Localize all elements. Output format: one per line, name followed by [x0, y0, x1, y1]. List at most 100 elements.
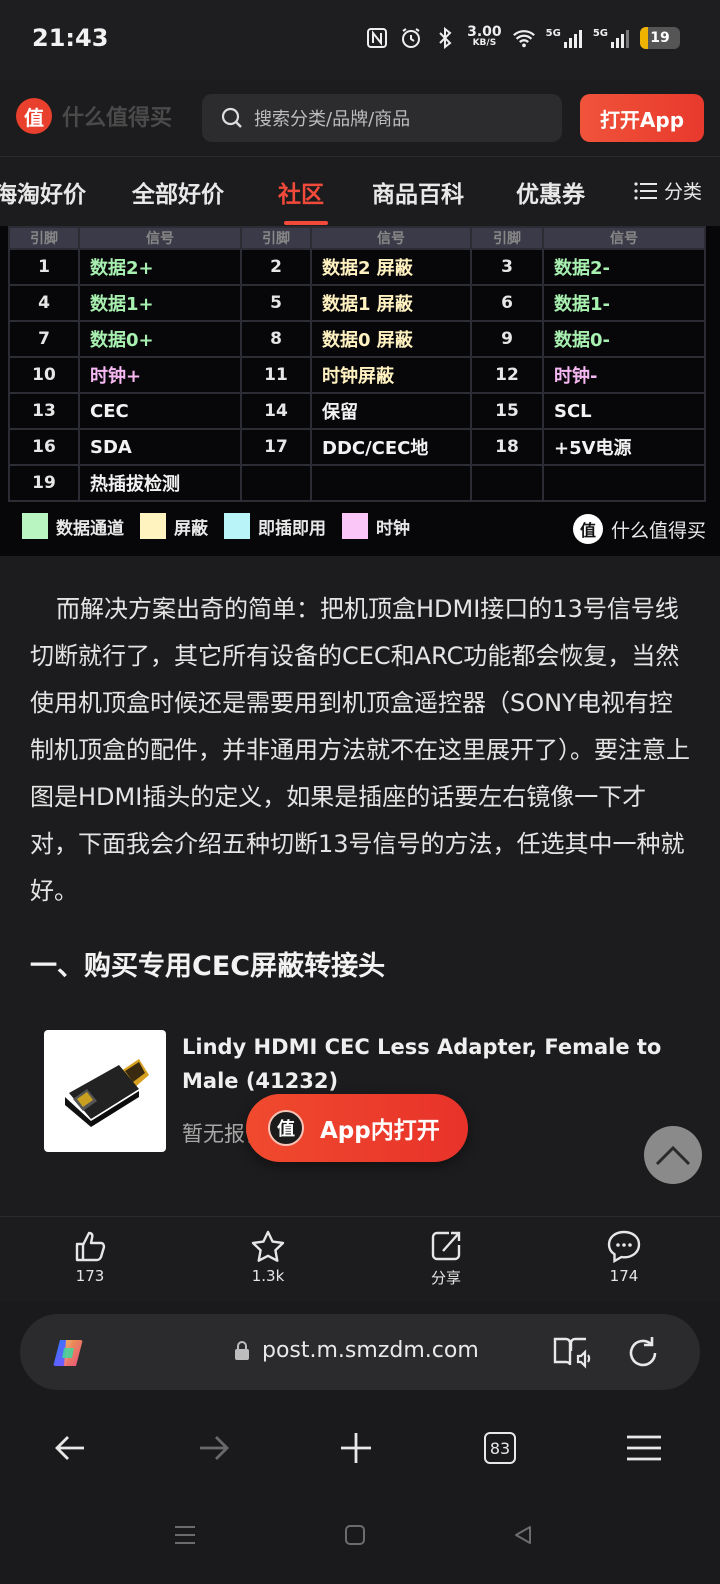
legend-swatch-clock	[342, 513, 368, 539]
copilot-icon[interactable]	[50, 1334, 88, 1372]
pin-number: 3	[470, 248, 544, 286]
status-icons: 3.00 KB/S 5G 5G 19	[365, 24, 680, 50]
pin-number: 1	[8, 248, 80, 286]
favorite-count: 1.3k	[251, 1267, 285, 1285]
logo-mark: 值	[16, 98, 52, 134]
pin-number: 17	[240, 428, 312, 466]
site-logo[interactable]: 值 什么值得买	[16, 98, 172, 134]
tab-all-deals[interactable]: 全部好价	[132, 175, 224, 209]
plus-icon	[341, 1433, 371, 1463]
open-in-app-floating-button[interactable]: 值 App内打开	[246, 1094, 468, 1162]
category-label: 分类	[664, 181, 703, 203]
nfc-icon	[365, 26, 389, 50]
system-back-button[interactable]	[508, 1520, 538, 1550]
bluetooth-icon	[433, 26, 457, 50]
legend-swatch-data	[22, 513, 48, 539]
pin-signal: 数据1-	[542, 284, 706, 322]
product-image[interactable]	[44, 1030, 166, 1152]
star-icon	[251, 1230, 285, 1262]
pin-signal	[542, 464, 706, 502]
col-header: 信号	[542, 226, 706, 250]
article-action-bar: 173 1.3k 分享 174	[0, 1216, 720, 1302]
tab-product-wiki[interactable]: 商品百科	[372, 175, 464, 209]
browser-nav-row: 83	[0, 1412, 720, 1482]
pinout-row: 10 时钟+ 11 时钟屏蔽 12 时钟-	[8, 356, 706, 394]
pin-number: 18	[470, 428, 544, 466]
favorite-button[interactable]: 1.3k	[228, 1229, 308, 1285]
paragraph-text: 而解决方案出奇的简单：把机顶盒HDMI接口的13号信号线切断就行了，其它所有设备…	[30, 595, 690, 905]
pin-signal: SCL	[542, 392, 706, 430]
pinout-row: 4 数据1+ 5 数据1 屏蔽 6 数据1-	[8, 284, 706, 322]
like-count: 173	[75, 1267, 105, 1285]
col-header: 信号	[78, 226, 242, 250]
pinout-row: 7 数据0+ 8 数据0 屏蔽 9 数据0-	[8, 320, 706, 358]
like-button[interactable]: 173	[50, 1229, 130, 1285]
pin-number: 10	[8, 356, 80, 394]
pin-signal: 数据2+	[78, 248, 242, 286]
home-button[interactable]	[340, 1520, 370, 1550]
status-bar: 21:43 3.00 KB/S 5G 5G 19	[0, 0, 720, 80]
net-speed: 3.00 KB/S	[467, 24, 502, 48]
pinout-legend: 数据通道 屏蔽 即插即用 时钟	[22, 513, 410, 539]
pin-signal: 数据0+	[78, 320, 242, 358]
read-aloud-icon[interactable]	[552, 1334, 592, 1370]
legend-label: 即插即用	[258, 518, 326, 539]
battery-fill	[640, 27, 648, 49]
url-text: post.m.smzdm.com	[262, 1338, 479, 1363]
legend-swatch-shield	[140, 513, 166, 539]
search-icon	[221, 107, 242, 128]
open-app-button[interactable]: 打开App	[580, 94, 704, 142]
pin-signal: SDA	[78, 428, 242, 466]
pin-number: 4	[8, 284, 80, 322]
app-logo-icon: 值	[268, 1110, 304, 1146]
pin-number: 6	[470, 284, 544, 322]
search-box[interactable]: 搜索分类/品牌/商品	[202, 94, 562, 142]
tab-haitao[interactable]: 海淘好价	[0, 175, 86, 209]
pin-signal: 数据1+	[78, 284, 242, 322]
logo-text: 什么值得买	[62, 106, 173, 131]
watermark-logo-icon: 值	[572, 514, 603, 544]
comment-button[interactable]: 174	[584, 1229, 664, 1285]
pin-signal: 时钟+	[78, 356, 242, 394]
pin-number: 13	[8, 392, 80, 430]
tab-community[interactable]: 社区	[278, 175, 324, 209]
lock-icon	[235, 1340, 249, 1360]
recent-apps-button[interactable]	[170, 1520, 200, 1550]
share-icon	[431, 1231, 461, 1261]
address-bar[interactable]: post.m.smzdm.com	[20, 1314, 700, 1390]
back-button[interactable]	[48, 1426, 92, 1470]
pin-number: 2	[240, 248, 312, 286]
cell-signal-1: 5G	[546, 28, 583, 48]
share-label: 分享	[430, 1269, 461, 1287]
back-to-top-button[interactable]	[644, 1126, 702, 1184]
comment-count: 174	[609, 1267, 639, 1285]
tab-coupons[interactable]: 优惠券	[516, 175, 585, 209]
chevron-up-icon	[655, 1145, 691, 1166]
recents-icon	[175, 1526, 195, 1544]
col-header: 引脚	[240, 226, 312, 250]
pin-number: 19	[8, 464, 80, 502]
clock: 21:43	[32, 24, 109, 52]
pin-number: 11	[240, 356, 312, 394]
pin-signal: 热插拔检测	[78, 464, 242, 502]
legend-label: 屏蔽	[174, 518, 208, 539]
battery-indicator: 19	[640, 27, 680, 49]
pin-signal	[310, 464, 472, 502]
pin-signal: 时钟-	[542, 356, 706, 394]
arrow-right-icon	[200, 1436, 229, 1460]
share-button[interactable]: 分享	[406, 1229, 486, 1288]
new-tab-button[interactable]	[334, 1426, 378, 1470]
menu-button[interactable]	[622, 1426, 666, 1470]
url-display[interactable]: post.m.smzdm.com	[234, 1338, 479, 1363]
tabs-button[interactable]: 83	[478, 1426, 522, 1470]
browser-chrome: post.m.smzdm.com 83	[0, 1302, 720, 1584]
pinout-row: 16 SDA 17 DDC/CEC地 18 +5V电源	[8, 428, 706, 466]
pin-number	[240, 464, 312, 502]
pin-number: 5	[240, 284, 312, 322]
category-menu-button[interactable]: 分类	[630, 177, 703, 204]
site-header: 值 什么值得买 搜索分类/品牌/商品 打开App	[0, 80, 720, 156]
reload-icon[interactable]	[624, 1334, 662, 1372]
forward-button[interactable]	[192, 1426, 236, 1470]
legend-swatch-plug	[224, 513, 250, 539]
product-title[interactable]: Lindy HDMI CEC Less Adapter, Female to M…	[182, 1030, 682, 1098]
